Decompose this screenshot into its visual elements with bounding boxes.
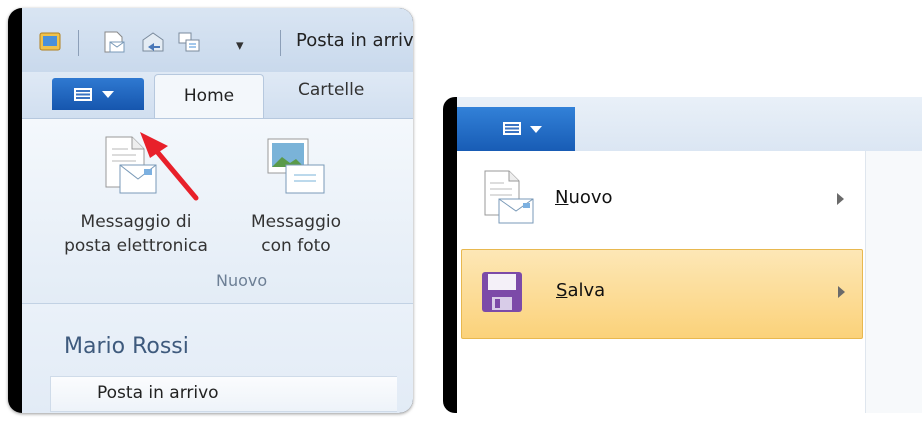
folder-inbox[interactable]: Posta in arrivo bbox=[50, 376, 397, 412]
app-icon[interactable] bbox=[38, 30, 64, 54]
separator bbox=[78, 30, 79, 56]
save-floppy-icon bbox=[482, 272, 522, 312]
quick-access-toolbar: ▾ Posta in arriv bbox=[22, 8, 413, 72]
file-menu-icon bbox=[74, 88, 92, 101]
group-label-nuovo: Nuovo bbox=[216, 271, 268, 290]
new-email-label-2: posta elettronica bbox=[64, 236, 208, 256]
menu-item-nuovo[interactable]: Nuovo bbox=[461, 155, 861, 243]
email-message-icon bbox=[105, 136, 157, 194]
chevron-down-icon bbox=[530, 126, 542, 133]
submenu-arrow-icon bbox=[838, 286, 845, 298]
new-document-icon bbox=[484, 170, 534, 224]
menu-item-salva[interactable]: Salva bbox=[461, 249, 863, 339]
menu-right-pane bbox=[866, 151, 922, 413]
folder-inbox-label: Posta in arrivo bbox=[97, 383, 219, 403]
submenu-arrow-icon bbox=[837, 193, 844, 205]
new-email-button[interactable]: Messaggio di posta elettronica bbox=[58, 129, 208, 269]
ribbon-tab-row: Home Cartelle bbox=[22, 72, 413, 121]
separator bbox=[280, 30, 281, 56]
window-title: Posta in arriv bbox=[296, 30, 413, 51]
photo-email-button[interactable]: Messaggio con foto bbox=[236, 129, 356, 269]
menu-item-salva-label: Salva bbox=[556, 280, 606, 301]
file-menu-body: Nuovo Salva bbox=[457, 151, 922, 413]
file-menu-crop: Nuovo Salva bbox=[443, 97, 922, 413]
send-receive-icon[interactable] bbox=[176, 30, 202, 54]
windows-live-mail-window-crop: ▾ Posta in arriv Home Cartelle Messaggio… bbox=[8, 8, 413, 413]
menu-item-nuovo-label: Nuovo bbox=[555, 187, 613, 208]
tab-cartelle[interactable]: Cartelle bbox=[298, 80, 364, 100]
photo-email-label-2: con foto bbox=[261, 236, 331, 256]
new-message-icon[interactable] bbox=[102, 30, 128, 54]
ribbon-home: Messaggio di posta elettronica Messaggio… bbox=[22, 118, 413, 304]
file-menu-icon bbox=[503, 122, 521, 135]
photo-message-icon bbox=[267, 138, 325, 194]
file-menu-button[interactable] bbox=[457, 107, 575, 151]
reply-icon[interactable] bbox=[140, 30, 166, 54]
chevron-down-icon bbox=[102, 91, 114, 98]
account-name[interactable]: Mario Rossi bbox=[64, 334, 189, 359]
file-menu-header bbox=[457, 97, 922, 152]
photo-email-label-1: Messaggio bbox=[251, 212, 341, 232]
new-email-label-1: Messaggio di bbox=[80, 212, 192, 232]
customize-qat-dropdown[interactable]: ▾ bbox=[236, 36, 244, 54]
navigation-pane: Mario Rossi Posta in arrivo bbox=[22, 303, 413, 413]
file-menu-button[interactable] bbox=[52, 78, 144, 110]
tab-home[interactable]: Home bbox=[154, 74, 264, 121]
